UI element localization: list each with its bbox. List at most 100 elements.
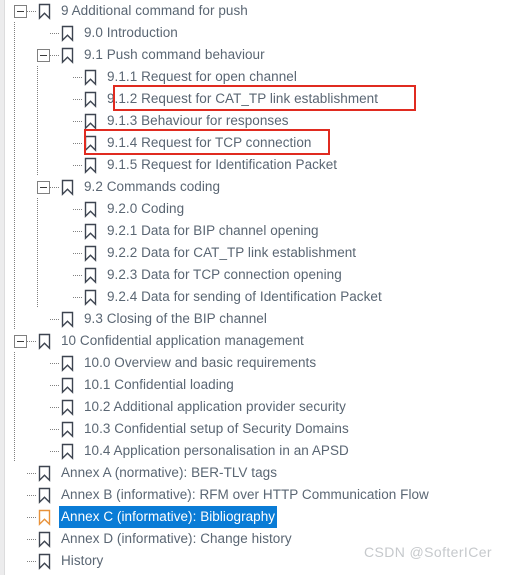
bookmark-row[interactable]: 9.2.2 Data for CAT_TP link establishment — [0, 242, 507, 264]
tree-collapse-icon[interactable] — [14, 4, 27, 18]
bookmark-row[interactable]: 9.1.5 Request for Identification Packet — [0, 154, 507, 176]
bookmark-icon — [60, 25, 75, 42]
tree-collapse-icon[interactable] — [37, 48, 50, 62]
bookmark-label[interactable]: 9.2 Commands coding — [82, 176, 222, 198]
bookmark-label[interactable]: 10.3 Confidential setup of Security Doma… — [82, 418, 351, 440]
bookmark-icon — [83, 245, 98, 262]
bookmark-row[interactable]: 10.4 Application personalisation in an A… — [0, 440, 507, 462]
tree-trunk-line — [37, 66, 38, 88]
bookmark-label[interactable]: 9.2.4 Data for sending of Identification… — [105, 286, 384, 308]
bookmark-row[interactable]: 9.2.3 Data for TCP connection opening — [0, 264, 507, 286]
tree-toggle-placeholder — [14, 511, 27, 524]
bookmark-row[interactable]: 9.1.2 Request for CAT_TP link establishm… — [0, 88, 507, 110]
watermark-text: CSDN @SofterICer — [364, 544, 492, 560]
tree-connector-line — [27, 340, 36, 342]
tree-toggle-placeholder — [60, 291, 73, 304]
tree-toggle-placeholder — [14, 489, 27, 502]
tree-indent — [0, 176, 37, 198]
bookmark-label[interactable]: 9.1 Push command behaviour — [82, 44, 267, 66]
bookmark-label[interactable]: 10.0 Overview and basic requirements — [82, 352, 318, 374]
bookmark-label[interactable]: 9.1.3 Behaviour for responses — [105, 110, 291, 132]
bookmark-row[interactable]: 10 Confidential application management — [0, 330, 507, 352]
tree-trunk-line — [14, 88, 15, 110]
tree-indent — [0, 440, 37, 462]
bookmark-icon — [83, 223, 98, 240]
bookmark-row[interactable]: Annex C (informative): Bibliography — [0, 506, 507, 528]
bookmark-row[interactable]: 9.2.0 Coding — [0, 198, 507, 220]
bookmark-icon — [60, 355, 75, 372]
bookmark-label[interactable]: 9.1.5 Request for Identification Packet — [105, 154, 339, 176]
bookmark-row[interactable]: Annex B (informative): RFM over HTTP Com… — [0, 484, 507, 506]
bookmark-label[interactable]: 9.3 Closing of the BIP channel — [82, 308, 269, 330]
bookmark-row[interactable]: 9.1 Push command behaviour — [0, 44, 507, 66]
bookmark-row[interactable]: 9.2.1 Data for BIP channel opening — [0, 220, 507, 242]
bookmark-label[interactable]: Annex D (informative): Change history — [59, 528, 294, 550]
tree-trunk-line — [14, 396, 15, 418]
bookmark-label[interactable]: 10 Confidential application management — [59, 330, 306, 352]
bookmark-label[interactable]: 10.4 Application personalisation in an A… — [82, 440, 351, 462]
bookmark-label[interactable]: 9.2.1 Data for BIP channel opening — [105, 220, 321, 242]
tree-indent — [0, 352, 37, 374]
bookmark-row[interactable]: 9.2.4 Data for sending of Identification… — [0, 286, 507, 308]
tree-connector-line — [50, 318, 59, 320]
bookmark-row[interactable]: Annex A (normative): BER-TLV tags — [0, 462, 507, 484]
bookmark-label[interactable]: 9.0 Introduction — [82, 22, 180, 44]
tree-connector-line — [73, 230, 82, 232]
bookmark-label[interactable]: 10.2 Additional application provider sec… — [82, 396, 348, 418]
tree-collapse-icon[interactable] — [37, 180, 50, 194]
bookmark-row[interactable]: 9.3 Closing of the BIP channel — [0, 308, 507, 330]
tree-trunk-line — [37, 242, 38, 264]
tree-indent — [0, 286, 60, 308]
bookmark-label[interactable]: History — [59, 550, 105, 572]
tree-collapse-icon[interactable] — [14, 334, 27, 348]
tree-connector-line — [73, 76, 82, 78]
bookmark-label[interactable]: Annex B (informative): RFM over HTTP Com… — [59, 484, 431, 506]
bookmark-row[interactable]: 10.1 Confidential loading — [0, 374, 507, 396]
bookmark-icon — [37, 487, 52, 504]
bookmark-icon — [83, 91, 98, 108]
bookmark-icon — [37, 553, 52, 570]
tree-connector-line — [73, 252, 82, 254]
tree-indent — [0, 264, 60, 286]
bookmark-label[interactable]: 9.1.1 Request for open channel — [105, 66, 299, 88]
tree-indent — [0, 418, 37, 440]
tree-indent — [0, 308, 37, 330]
bookmark-label[interactable]: 9.2.3 Data for TCP connection opening — [105, 264, 344, 286]
bookmark-label[interactable]: 9.2.2 Data for CAT_TP link establishment — [105, 242, 358, 264]
bookmark-label[interactable]: Annex C (informative): Bibliography — [59, 506, 278, 528]
bookmark-row[interactable]: 10.2 Additional application provider sec… — [0, 396, 507, 418]
bookmark-label[interactable]: Annex A (normative): BER-TLV tags — [59, 462, 279, 484]
bookmark-row[interactable]: 9.1.3 Behaviour for responses — [0, 110, 507, 132]
bookmark-label[interactable]: 10.1 Confidential loading — [82, 374, 236, 396]
bookmark-label[interactable]: 9 Additional command for push — [59, 0, 250, 22]
bookmark-row[interactable]: 9.1.1 Request for open channel — [0, 66, 507, 88]
tree-connector-line — [27, 10, 36, 12]
bookmark-row[interactable]: 9.1.4 Request for TCP connection — [0, 132, 507, 154]
tree-indent — [0, 66, 60, 88]
tree-indent — [0, 396, 37, 418]
tree-toggle-placeholder — [37, 445, 50, 458]
bookmark-row[interactable]: 9 Additional command for push — [0, 0, 507, 22]
tree-connector-line — [73, 120, 82, 122]
tree-connector-line — [50, 406, 59, 408]
bookmark-row[interactable]: 10.0 Overview and basic requirements — [0, 352, 507, 374]
tree-trunk-line — [37, 88, 38, 110]
bookmark-row[interactable]: 9.2 Commands coding — [0, 176, 507, 198]
bookmark-label[interactable]: 9.1.2 Request for CAT_TP link establishm… — [105, 88, 380, 110]
bookmark-tree[interactable]: 9 Additional command for push 9.0 Introdu… — [0, 0, 507, 572]
tree-indent — [0, 374, 37, 396]
bookmark-row[interactable]: 9.0 Introduction — [0, 22, 507, 44]
tree-connector-line — [50, 450, 59, 452]
tree-connector-line — [27, 516, 36, 518]
bookmark-row[interactable]: 10.3 Confidential setup of Security Doma… — [0, 418, 507, 440]
tree-toggle-placeholder — [60, 247, 73, 260]
bookmark-label[interactable]: 9.2.0 Coding — [105, 198, 186, 220]
tree-connector-line — [73, 98, 82, 100]
bookmark-label[interactable]: 9.1.4 Request for TCP connection — [105, 132, 313, 154]
tree-trunk-line — [14, 440, 15, 462]
bookmark-icon — [83, 157, 98, 174]
